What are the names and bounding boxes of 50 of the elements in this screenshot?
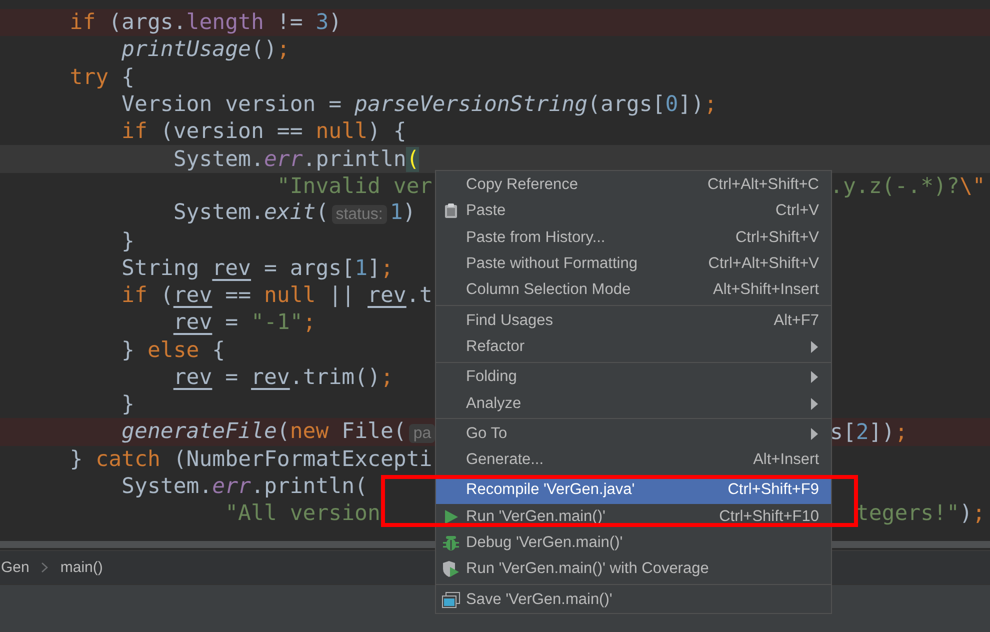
menu-item[interactable]: Paste without Formatting Ctrl+Alt+Shift+V <box>436 250 831 278</box>
play-icon <box>444 510 458 524</box>
code-text: } else { <box>120 336 226 364</box>
submenu-arrow-icon <box>811 428 818 440</box>
code-text: } <box>120 391 134 418</box>
code-text: System.err.println( <box>172 146 420 173</box>
clipboard-icon <box>444 203 458 220</box>
menu-item[interactable]: Paste Ctrl+V <box>436 198 831 225</box>
code-text: s[2]); <box>830 418 908 446</box>
menu-item[interactable]: Run 'VerGen.main()' with Coverage <box>436 556 831 582</box>
menu-item[interactable]: Generate... Alt+Insert <box>436 446 831 474</box>
code-text: } <box>120 228 134 255</box>
code-text: "Invalid ver <box>276 172 434 200</box>
submenu-arrow-icon <box>811 371 818 384</box>
code-text: System.exit( status: 1) <box>172 199 416 228</box>
menu-item[interactable]: Go To <box>436 420 831 447</box>
code-text: rev = "-1"; <box>172 309 316 336</box>
window-icon <box>442 592 460 608</box>
menu-item[interactable]: Column Selection Mode Alt+Shift+Insert <box>436 277 831 304</box>
breadcrumb-item[interactable]: Gen <box>1 559 30 576</box>
menu-item[interactable]: Debug 'VerGen.main()' <box>436 530 831 556</box>
breadcrumb-item[interactable]: main() <box>60 559 103 576</box>
menu-item[interactable]: Copy Reference Ctrl+Alt+Shift+C <box>436 172 831 198</box>
menu-item[interactable]: Recompile 'VerGen.java' Ctrl+Shift+F9 <box>436 477 831 504</box>
code-text: String rev = args[1]; <box>120 254 394 282</box>
menu-item[interactable]: Find Usages Alt+F7 <box>436 307 831 334</box>
menu-item[interactable]: Paste from History... Ctrl+Shift+V <box>436 224 831 251</box>
code-text: } catch (NumberFormatExcepti <box>68 446 432 473</box>
code-text: printUsage(); <box>120 36 290 64</box>
shield-play-icon <box>442 560 460 578</box>
chevron-icon <box>41 562 48 573</box>
menu-item[interactable]: Folding <box>436 364 831 390</box>
bug-icon <box>443 535 459 551</box>
code-text: Version version = parseVersionString(args[0]); <box>120 91 718 118</box>
code-text: if (rev == null || rev.t <box>120 282 432 310</box>
submenu-arrow-icon <box>811 340 818 353</box>
menu-item[interactable]: Refactor <box>436 334 831 360</box>
code-text: "All version <box>224 500 382 528</box>
code-text: try { <box>68 64 134 91</box>
code-text: generateFile(new File( pa <box>18 418 435 447</box>
code-text: tegers!"); <box>854 500 986 528</box>
code-text: if (version == null) { <box>120 118 406 146</box>
submenu-arrow-icon <box>811 398 818 410</box>
menu-item[interactable]: Save 'VerGen.main()' <box>436 586 831 613</box>
code-text: System.err.println( <box>120 473 368 500</box>
code-text: .y.z(-.*)?\" <box>830 172 986 200</box>
menu-item[interactable]: Run 'VerGen.main()' Ctrl+Shift+F10 <box>436 504 831 530</box>
code-text: if (args.length != 3) <box>68 9 342 36</box>
code-text: rev = rev.trim(); <box>172 364 394 391</box>
menu-item[interactable]: Analyze <box>436 390 831 417</box>
